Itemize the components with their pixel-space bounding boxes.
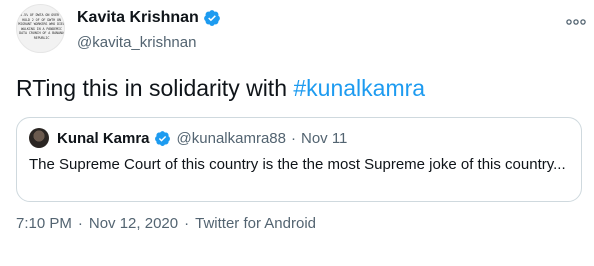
meta-separator: ·	[77, 215, 83, 232]
meta-separator: ·	[184, 215, 190, 232]
more-options-icon[interactable]	[565, 16, 587, 28]
tweet-time[interactable]: 7:10 PM	[16, 215, 72, 232]
avatar-image-text: 10.5% OF DWTA ON OVER 18 HOLD 2 OF OF DW…	[18, 13, 65, 40]
quoted-handle[interactable]: @kunalkamra88	[177, 130, 286, 147]
author-avatar[interactable]: 10.5% OF DWTA ON OVER 18 HOLD 2 OF OF DW…	[16, 4, 65, 53]
quoted-separator: ·	[290, 129, 296, 147]
quoted-tweet[interactable]: Kunal Kamra @kunalkamra88 · Nov 11 The S…	[16, 117, 582, 202]
quoted-text: The Supreme Court of this country is the…	[29, 156, 566, 173]
tweet-source[interactable]: Twitter for Android	[195, 215, 316, 232]
tweet-meta: 7:10 PM · Nov 12, 2020 · Twitter for And…	[16, 215, 316, 232]
verified-badge-icon	[203, 10, 220, 26]
tweet-date[interactable]: Nov 12, 2020	[89, 215, 178, 232]
quoted-display-name[interactable]: Kunal Kamra	[57, 130, 150, 147]
hashtag-link[interactable]: #kunalkamra	[293, 75, 425, 101]
quoted-date[interactable]: Nov 11	[301, 130, 347, 147]
tweet-text: RTing this in solidarity with #kunalkamr…	[16, 73, 425, 103]
author-name-row: Kavita Krishnan	[77, 9, 221, 27]
author-handle[interactable]: @kavita_krishnan	[77, 34, 196, 51]
verified-badge-icon	[154, 130, 170, 146]
tweet-text-body: RTing this in solidarity with	[16, 75, 294, 101]
author-display-name[interactable]: Kavita Krishnan	[77, 9, 199, 27]
tweet-card: 10.5% OF DWTA ON OVER 18 HOLD 2 OF OF DW…	[0, 0, 594, 266]
quoted-author-avatar[interactable]	[29, 128, 49, 148]
quoted-header: Kunal Kamra @kunalkamra88 · Nov 11	[57, 128, 347, 148]
